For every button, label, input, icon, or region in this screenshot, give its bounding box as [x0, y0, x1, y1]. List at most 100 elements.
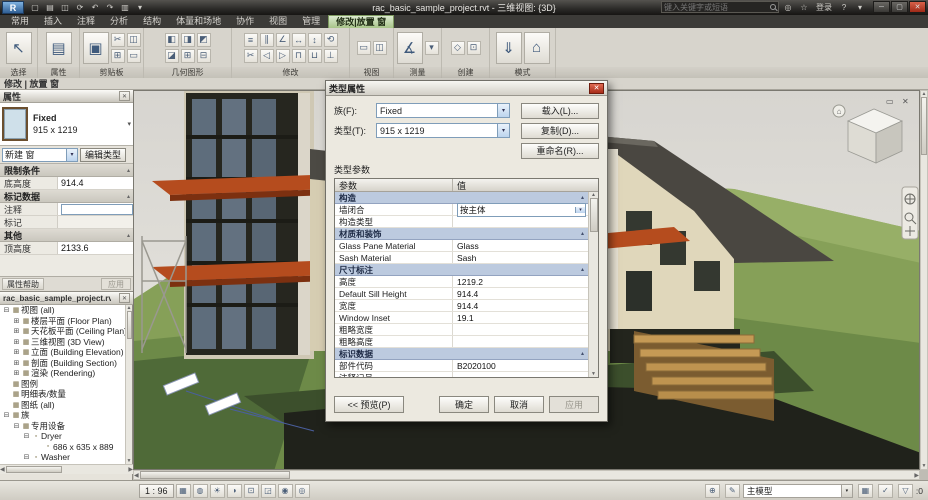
scroll-down-icon[interactable]: ▼: [922, 463, 927, 469]
expander-icon[interactable]: ⊟: [22, 453, 31, 461]
type-selector[interactable]: Fixed 915 x 1219 ▾: [0, 103, 133, 146]
application-menu-button[interactable]: R: [2, 1, 24, 14]
search-icon[interactable]: [770, 4, 776, 10]
show-crop-icon[interactable]: ◲: [260, 483, 276, 498]
duplicate-button[interactable]: 复制(D)...: [521, 122, 599, 139]
close-button[interactable]: ✕: [909, 1, 926, 13]
section-collapse-icon[interactable]: ▴: [127, 167, 130, 174]
undo-icon[interactable]: ↶: [88, 2, 102, 14]
design-options-dropdown-icon[interactable]: ▾: [840, 484, 852, 497]
scrollbar-thumb[interactable]: [126, 311, 132, 339]
type-dropdown-icon[interactable]: ▾: [497, 124, 509, 137]
wall-join-icon[interactable]: ◪: [164, 48, 179, 63]
tab-manage[interactable]: 管理: [295, 15, 327, 28]
expander-icon[interactable]: ⊟: [2, 411, 11, 419]
clipboard-extra-icon[interactable]: ▭: [126, 48, 141, 63]
angle-icon[interactable]: ∠: [275, 32, 290, 47]
mark-row[interactable]: 标记: [0, 216, 133, 229]
scroll-down-icon[interactable]: ▼: [591, 371, 596, 377]
sign-in-button[interactable]: 登录: [813, 2, 835, 13]
reveal-hidden-icon[interactable]: ◎: [294, 483, 310, 498]
scale-icon[interactable]: ⊔: [307, 48, 322, 63]
navigation-bar[interactable]: [901, 186, 919, 240]
trim-icon[interactable]: ✂: [243, 48, 258, 63]
param-row[interactable]: Default Sill Height 914.4: [335, 288, 588, 300]
table-scrollbar[interactable]: ▲ ▼: [588, 192, 598, 377]
design-options-select[interactable]: 主模型 ▾: [742, 483, 853, 498]
split-face-icon[interactable]: ⊞: [180, 48, 195, 63]
pin-icon[interactable]: ⊥: [323, 48, 338, 63]
value-column-header[interactable]: 值: [453, 179, 598, 191]
filter-dropdown-icon[interactable]: ▾: [66, 148, 77, 161]
param-row[interactable]: 构造类型: [335, 216, 588, 228]
scroll-left-icon[interactable]: ◀: [134, 472, 139, 479]
tree-item-rendering[interactable]: ⊞ ▦ 渲染 (Rendering): [0, 368, 126, 379]
detail-level-icon[interactable]: ▦: [175, 483, 191, 498]
element-filter-combo[interactable]: 新建 窗 ▾: [2, 147, 78, 162]
identity-section-header[interactable]: 标记数据 ▴: [0, 190, 133, 203]
tree-item-dryer-type[interactable]: ▫ 686 x 635 x 889: [0, 442, 126, 453]
shadows-icon[interactable]: ◑: [226, 483, 242, 498]
sync-icon[interactable]: ⟳: [73, 2, 87, 14]
section-collapse-icon[interactable]: ▴: [127, 193, 130, 200]
worksets-icon[interactable]: ⊕: [704, 483, 720, 498]
sill-height-value[interactable]: 914.4: [58, 177, 133, 189]
param-row[interactable]: Sash Material Sash: [335, 252, 588, 264]
join-icon[interactable]: ◩: [196, 32, 211, 47]
family-dropdown-icon[interactable]: ▾: [497, 104, 509, 117]
param-row[interactable]: 高度 1219.2: [335, 276, 588, 288]
dialog-title-bar[interactable]: 类型属性 ✕: [326, 81, 607, 96]
model-in-place-button[interactable]: ⌂: [523, 31, 550, 64]
temporary-hide-icon[interactable]: ◉: [277, 483, 293, 498]
properties-palette-header[interactable]: 属性 ✕: [0, 90, 133, 103]
help-icon[interactable]: ?: [837, 1, 851, 13]
sill-height-row[interactable]: 底高度 914.4: [0, 177, 133, 190]
view-scale-button[interactable]: 1 : 96: [139, 483, 174, 498]
section-collapse-icon[interactable]: ▴: [127, 232, 130, 239]
press-drag-icon[interactable]: ✓: [877, 483, 893, 498]
tab-analyze[interactable]: 分析: [103, 15, 135, 28]
mark-value[interactable]: [58, 216, 133, 228]
redo-icon[interactable]: ↷: [103, 2, 117, 14]
param-value[interactable]: 914.4: [453, 300, 588, 311]
paste-button[interactable]: ▣: [82, 31, 109, 64]
filter-icon[interactable]: ▽: [897, 483, 913, 498]
value-dropdown-icon[interactable]: ▾: [575, 206, 585, 213]
canvas-horizontal-scrollbar[interactable]: ◀ ▶: [133, 470, 920, 480]
tab-massing-site[interactable]: 体量和场地: [169, 15, 228, 28]
family-combo[interactable]: Fixed ▾: [376, 103, 510, 118]
align-icon[interactable]: ≡: [243, 32, 258, 47]
project-browser-header[interactable]: rac_basic_sample_project.rvt - ... ✕: [0, 292, 133, 305]
properties-close-icon[interactable]: ✕: [119, 91, 130, 101]
expander-icon[interactable]: ⊟: [12, 422, 21, 430]
editing-requests-icon[interactable]: ✎: [724, 483, 740, 498]
param-value[interactable]: 19.1: [453, 312, 588, 323]
restore-button[interactable]: ▢: [891, 1, 908, 13]
group-row-dimensions[interactable]: 尺寸标注 ▴: [335, 264, 588, 276]
view-b-icon[interactable]: ◫: [372, 40, 387, 55]
copy-move-icon[interactable]: ↕: [307, 32, 322, 47]
tree-item-dryer[interactable]: ⊟ ▫ Dryer: [0, 431, 126, 442]
param-value[interactable]: 914.4: [453, 288, 588, 299]
scrollbar-thumb[interactable]: [5, 466, 62, 473]
param-row[interactable]: 部件代码 B2020100: [335, 360, 588, 372]
project-browser-close-icon[interactable]: ✕: [119, 293, 130, 303]
param-value[interactable]: B2020100: [453, 360, 588, 371]
group-row-materials[interactable]: 材质和装饰 ▴: [335, 228, 588, 240]
head-height-value[interactable]: 2133.6: [58, 242, 133, 254]
tree-item-washer[interactable]: ⊟ ▫ Washer: [0, 452, 126, 463]
param-value[interactable]: [453, 372, 588, 377]
tree-item-sheets[interactable]: ▦ 图纸 (all): [0, 400, 126, 411]
param-row[interactable]: Window Inset 19.1: [335, 312, 588, 324]
dialog-close-button[interactable]: ✕: [589, 82, 604, 94]
view-restore-icon[interactable]: ▭: [886, 97, 894, 106]
group-collapse-icon[interactable]: ▴: [581, 266, 584, 273]
edit-type-button[interactable]: 编辑类型: [80, 147, 126, 162]
paint-icon[interactable]: ⊟: [196, 48, 211, 63]
match-type-icon[interactable]: ◫: [126, 32, 141, 47]
array-icon[interactable]: ⊓: [291, 48, 306, 63]
create-group-icon[interactable]: ◇: [450, 40, 465, 55]
group-collapse-icon[interactable]: ▴: [581, 350, 584, 357]
tree-item-specialty-equipment[interactable]: ⊟ ▦ 专用设备: [0, 421, 126, 432]
browser-horizontal-scrollbar[interactable]: ◀ ▶: [0, 464, 133, 474]
